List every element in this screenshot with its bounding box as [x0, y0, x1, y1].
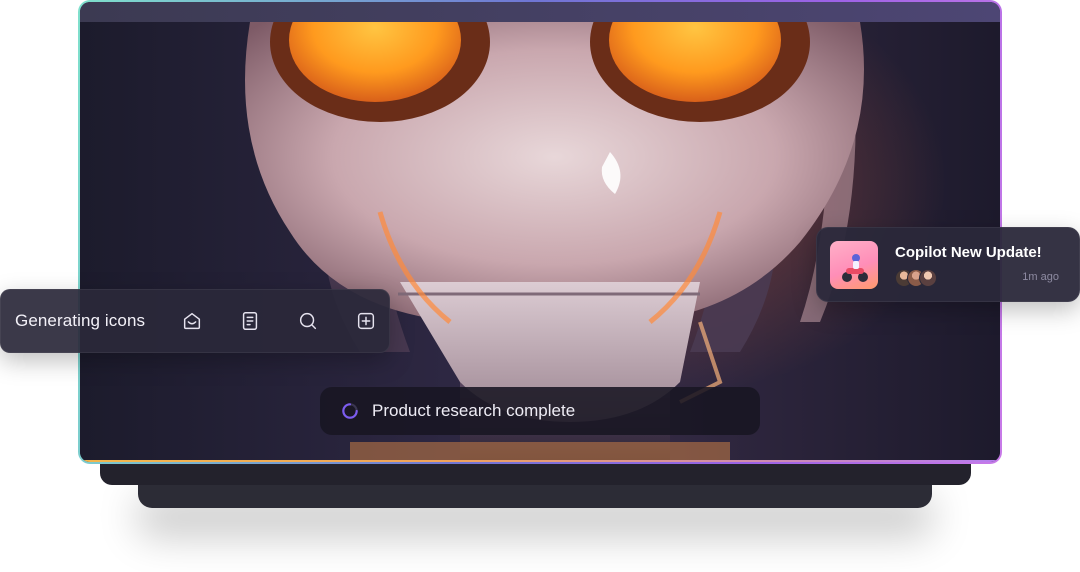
search-icon[interactable]	[279, 301, 337, 341]
generating-icons-toolbar: Generating icons	[0, 289, 390, 353]
notification-title: Copilot New Update!	[895, 244, 1042, 261]
avatar	[919, 269, 937, 287]
notification-thumbnail	[830, 241, 878, 289]
status-text: Product research complete	[372, 401, 576, 420]
document-icon[interactable]	[221, 301, 279, 341]
notification-timestamp: 1m ago	[1022, 271, 1059, 283]
status-pill: Product research complete	[320, 387, 760, 435]
avatar-stack	[895, 269, 937, 287]
hero-stage: Generating icons Copilot New Update! 1m …	[0, 0, 1080, 572]
toolbar-icon-group	[163, 301, 395, 341]
inbox-icon[interactable]	[163, 301, 221, 341]
add-square-icon[interactable]	[337, 301, 395, 341]
copilot-update-notification[interactable]: Copilot New Update! 1m ago	[816, 227, 1080, 302]
spinner-icon	[342, 403, 358, 419]
device-top-bar	[80, 2, 1000, 22]
toolbar-label: Generating icons	[15, 311, 146, 330]
device-bottom-edge	[80, 460, 1000, 462]
